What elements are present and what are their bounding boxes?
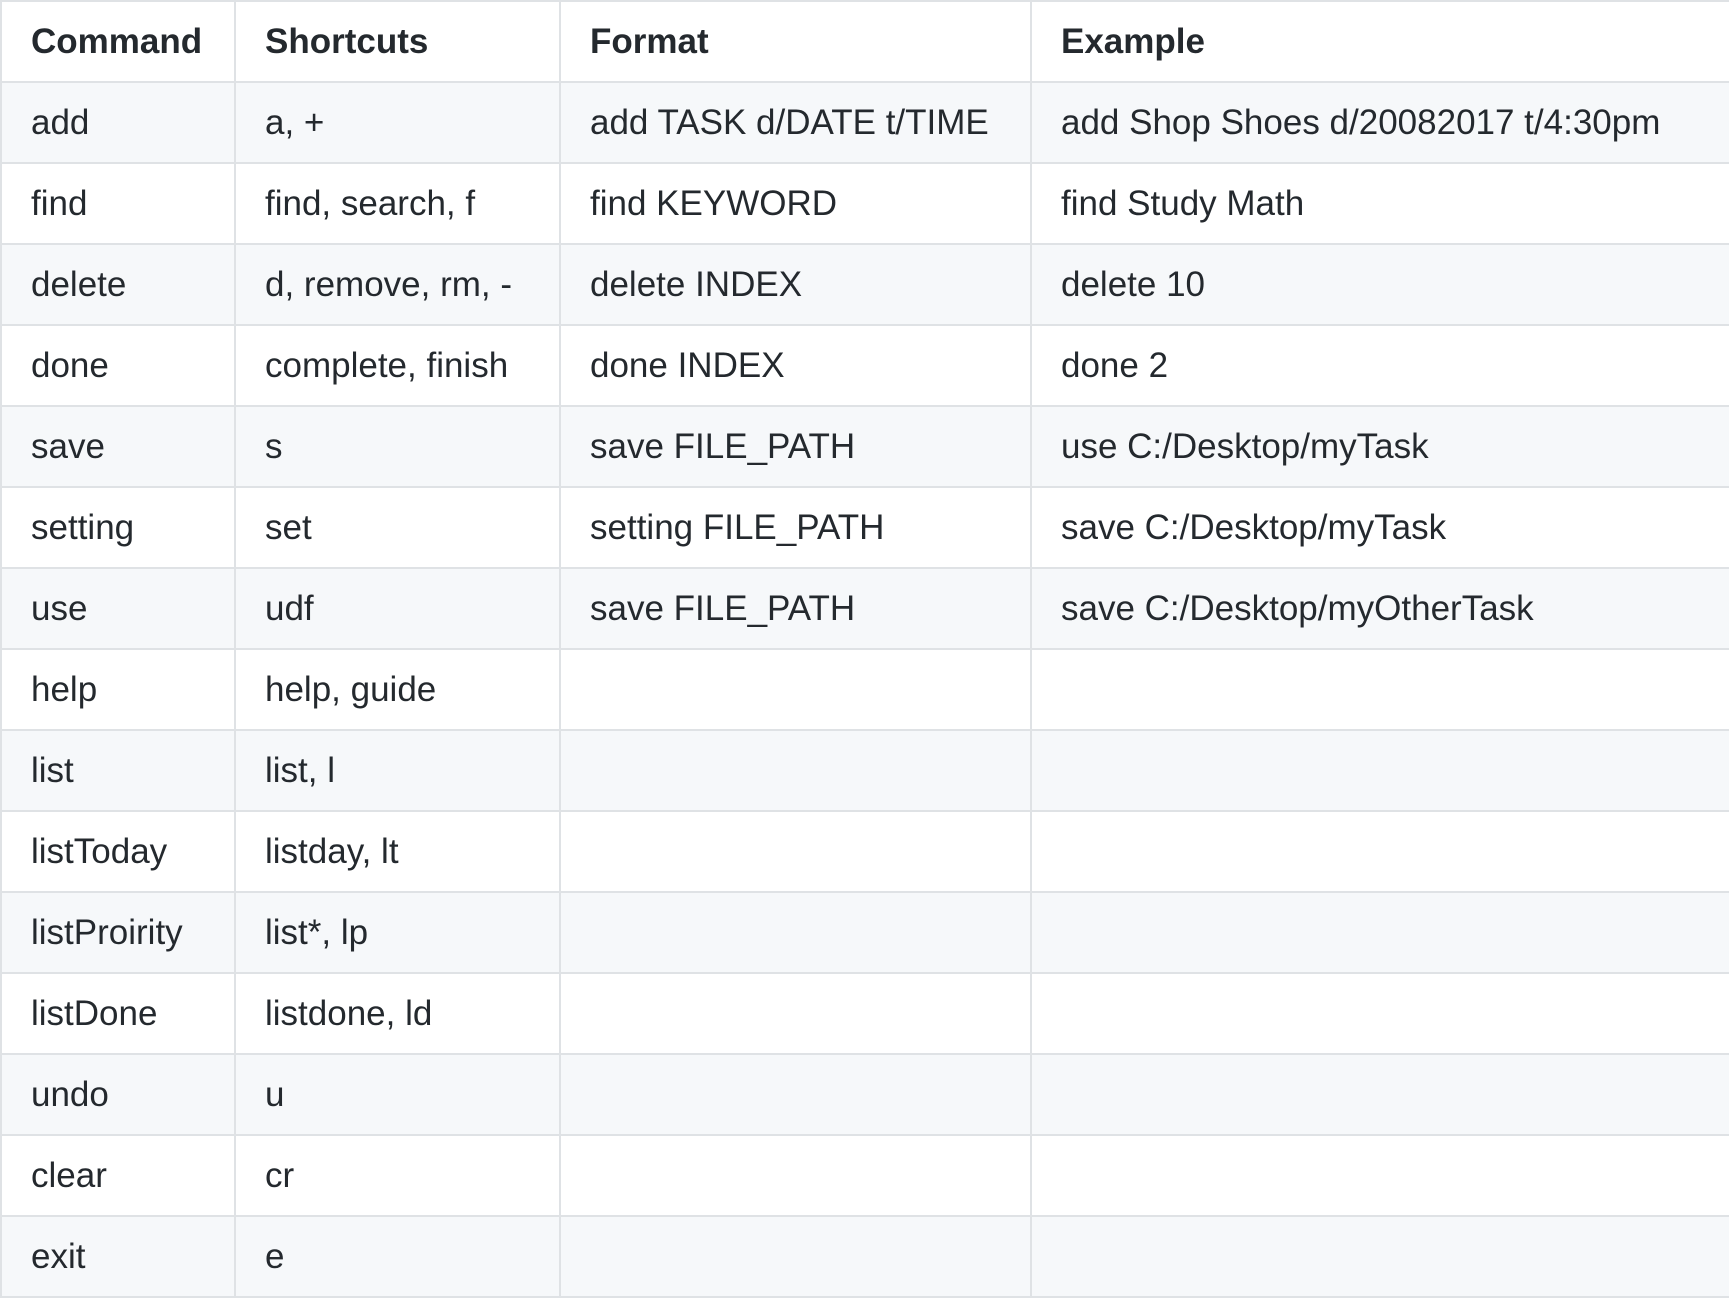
example-cell [1030,729,1729,812]
command-cell: listProirity [0,891,236,974]
shortcuts-cell: cr [234,1134,561,1217]
header-shortcuts: Shortcuts [234,0,561,83]
shortcuts-cell: d, remove, rm, - [234,243,561,326]
example-cell: delete 10 [1030,243,1729,326]
table-row: setting set setting FILE_PATH save C:/De… [0,486,1729,569]
shortcuts-cell: udf [234,567,561,650]
format-cell: save FILE_PATH [559,405,1032,488]
command-cell: listDone [0,972,236,1055]
example-cell: add Shop Shoes d/20082017 t/4:30pm [1030,81,1729,164]
command-cell: delete [0,243,236,326]
shortcuts-cell: s [234,405,561,488]
example-cell [1030,810,1729,893]
format-cell [559,891,1032,974]
example-cell: done 2 [1030,324,1729,407]
table-row: listDone listdone, ld [0,972,1729,1055]
table-row: delete d, remove, rm, - delete INDEX del… [0,243,1729,326]
example-cell [1030,1134,1729,1217]
command-cell: save [0,405,236,488]
command-cell: setting [0,486,236,569]
command-cell: add [0,81,236,164]
command-cell: find [0,162,236,245]
table-row: undo u [0,1053,1729,1136]
command-cell: exit [0,1215,236,1298]
format-cell: save FILE_PATH [559,567,1032,650]
format-cell: find KEYWORD [559,162,1032,245]
command-cell: clear [0,1134,236,1217]
example-cell [1030,648,1729,731]
shortcuts-cell: find, search, f [234,162,561,245]
header-example: Example [1030,0,1729,83]
example-cell [1030,891,1729,974]
table-header-row: Command Shortcuts Format Example [0,0,1729,83]
format-cell [559,810,1032,893]
shortcuts-cell: listdone, ld [234,972,561,1055]
shortcuts-cell: complete, finish [234,324,561,407]
command-cell: use [0,567,236,650]
table-row: save s save FILE_PATH use C:/Desktop/myT… [0,405,1729,488]
shortcuts-cell: set [234,486,561,569]
format-cell: setting FILE_PATH [559,486,1032,569]
table-row: listProirity list*, lp [0,891,1729,974]
command-cell: done [0,324,236,407]
table-row: done complete, finish done INDEX done 2 [0,324,1729,407]
header-command: Command [0,0,236,83]
table-row: help help, guide [0,648,1729,731]
format-cell [559,1053,1032,1136]
command-cell: listToday [0,810,236,893]
example-cell [1030,1215,1729,1298]
shortcuts-cell: u [234,1053,561,1136]
format-cell: done INDEX [559,324,1032,407]
example-cell: use C:/Desktop/myTask [1030,405,1729,488]
shortcuts-cell: e [234,1215,561,1298]
command-cell: undo [0,1053,236,1136]
header-format: Format [559,0,1032,83]
table-row: find find, search, f find KEYWORD find S… [0,162,1729,245]
format-cell [559,729,1032,812]
table-row: add a, + add TASK d/DATE t/TIME add Shop… [0,81,1729,164]
table-row: exit e [0,1215,1729,1298]
command-cell: list [0,729,236,812]
format-cell: add TASK d/DATE t/TIME [559,81,1032,164]
table-row: use udf save FILE_PATH save C:/Desktop/m… [0,567,1729,650]
format-cell [559,1215,1032,1298]
command-cell: help [0,648,236,731]
shortcuts-cell: a, + [234,81,561,164]
table-row: clear cr [0,1134,1729,1217]
example-cell [1030,972,1729,1055]
format-cell [559,648,1032,731]
example-cell [1030,1053,1729,1136]
example-cell: find Study Math [1030,162,1729,245]
example-cell: save C:/Desktop/myOtherTask [1030,567,1729,650]
format-cell [559,1134,1032,1217]
shortcuts-cell: list*, lp [234,891,561,974]
shortcuts-cell: list, l [234,729,561,812]
example-cell: save C:/Desktop/myTask [1030,486,1729,569]
table-row: list list, l [0,729,1729,812]
table-row: listToday listday, lt [0,810,1729,893]
format-cell [559,972,1032,1055]
commands-table: Command Shortcuts Format Example add a, … [0,0,1729,1298]
format-cell: delete INDEX [559,243,1032,326]
shortcuts-cell: help, guide [234,648,561,731]
shortcuts-cell: listday, lt [234,810,561,893]
